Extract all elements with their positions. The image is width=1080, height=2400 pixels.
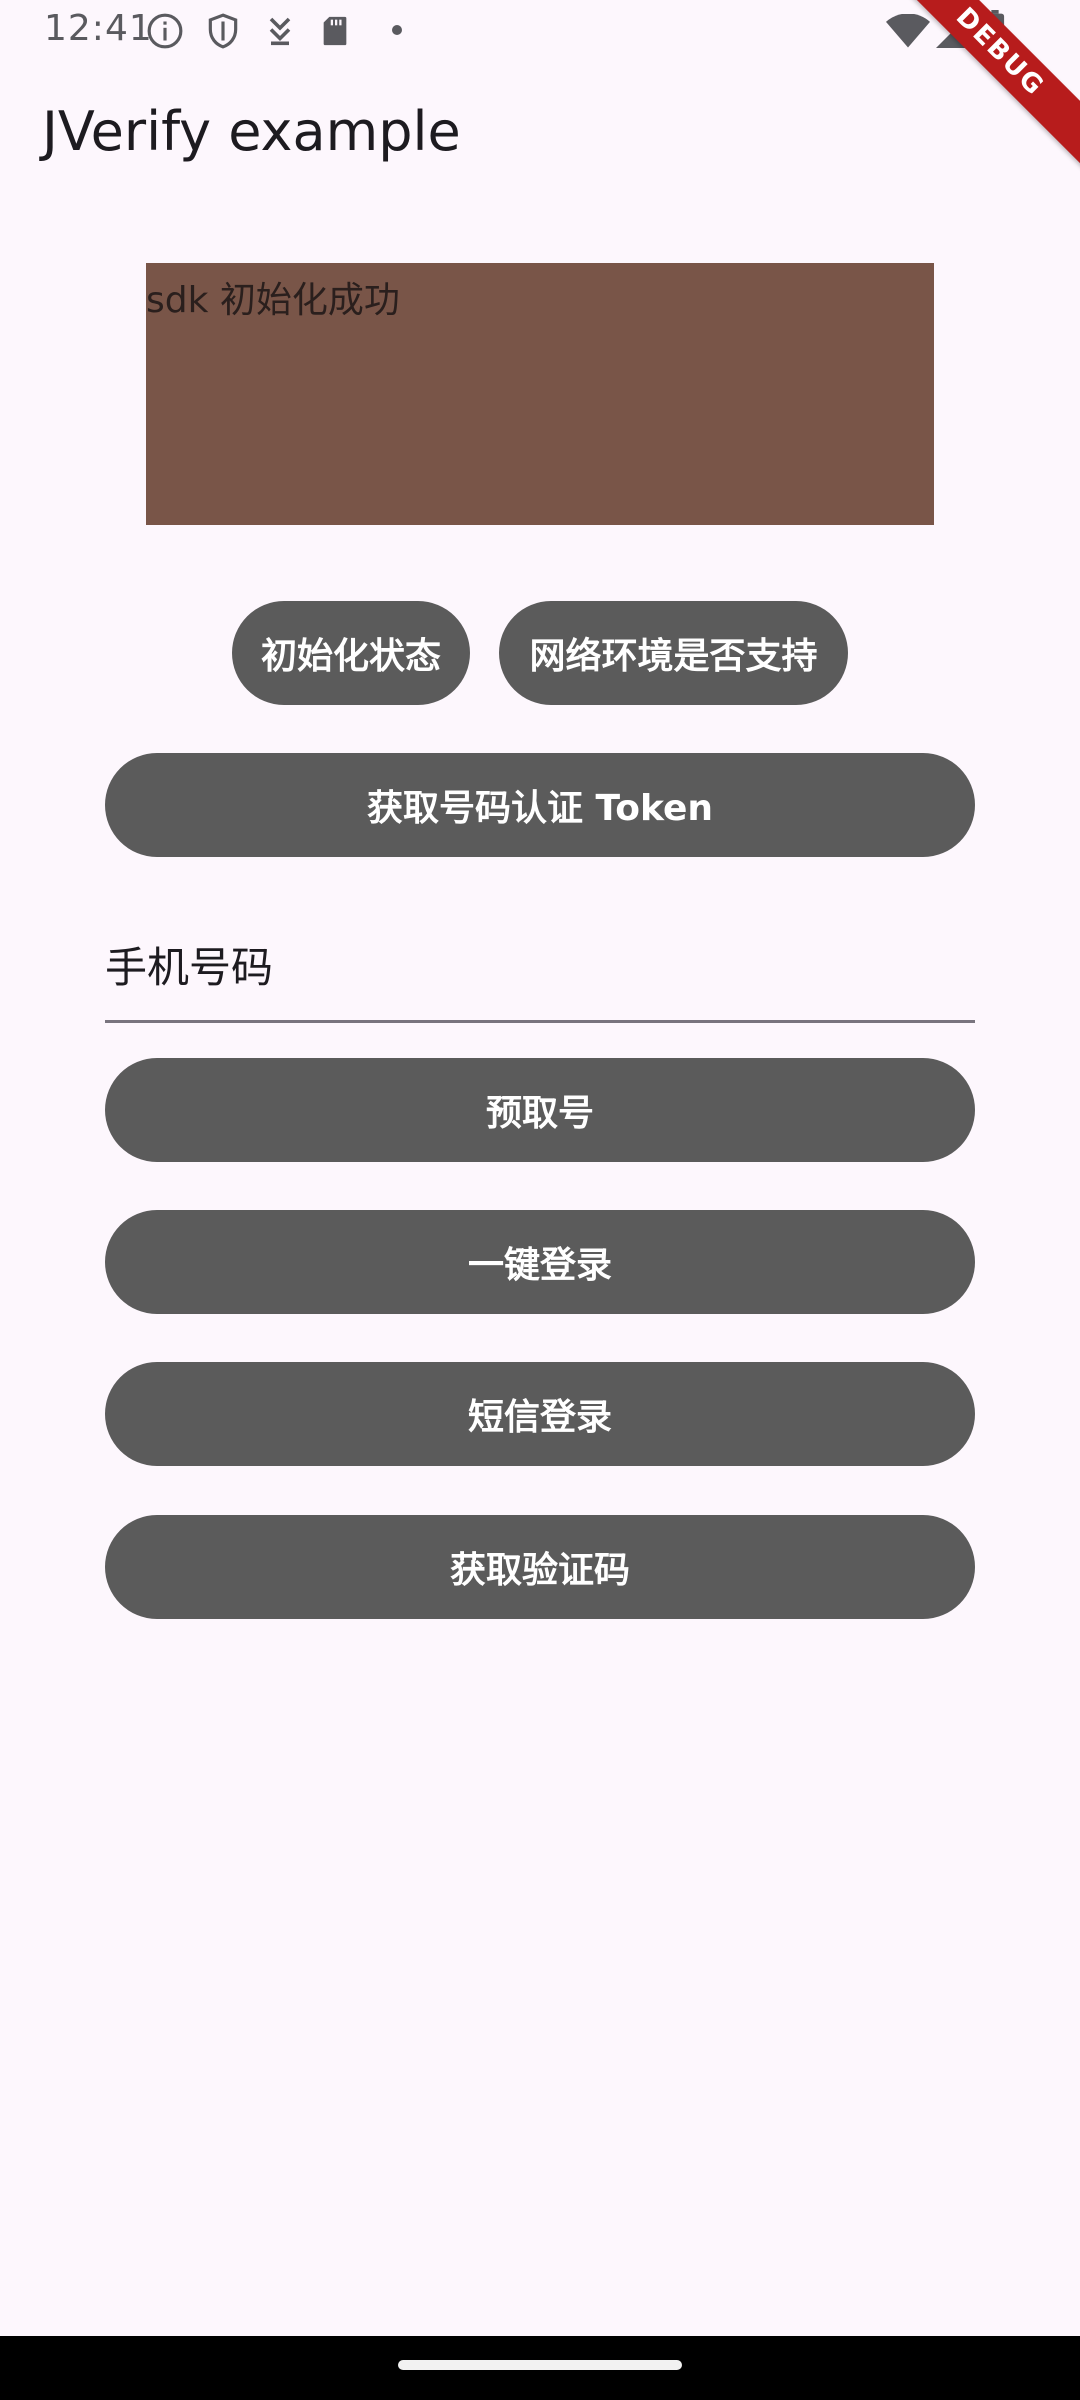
get-token-button[interactable]: 获取号码认证 Token: [105, 753, 975, 857]
one-click-login-button[interactable]: 一键登录: [105, 1210, 975, 1314]
status-bar: 12:41: [0, 0, 1080, 64]
init-status-button[interactable]: 初始化状态: [232, 601, 470, 705]
result-panel: sdk 初始化成功: [146, 263, 934, 525]
page-title: JVerify example: [42, 100, 461, 163]
phone-number-input[interactable]: 手机号码: [105, 920, 975, 1023]
wifi-icon: [886, 13, 930, 52]
result-message: sdk 初始化成功: [146, 280, 400, 321]
get-verification-code-button[interactable]: 获取验证码: [105, 1515, 975, 1619]
home-gesture-handle[interactable]: [398, 2360, 682, 2370]
status-time: 12:41: [44, 8, 153, 49]
navigation-bar: [0, 2336, 1080, 2400]
sd-card-icon: [318, 12, 352, 54]
sms-login-button[interactable]: 短信登录: [105, 1362, 975, 1466]
network-check-button[interactable]: 网络环境是否支持: [499, 601, 848, 705]
dot-icon: [390, 22, 404, 41]
info-icon: [146, 12, 184, 54]
download-icon: [262, 12, 298, 54]
shield-icon: [204, 12, 242, 54]
prefetch-number-button[interactable]: 预取号: [105, 1058, 975, 1162]
phone-number-label: 手机号码: [105, 943, 274, 992]
